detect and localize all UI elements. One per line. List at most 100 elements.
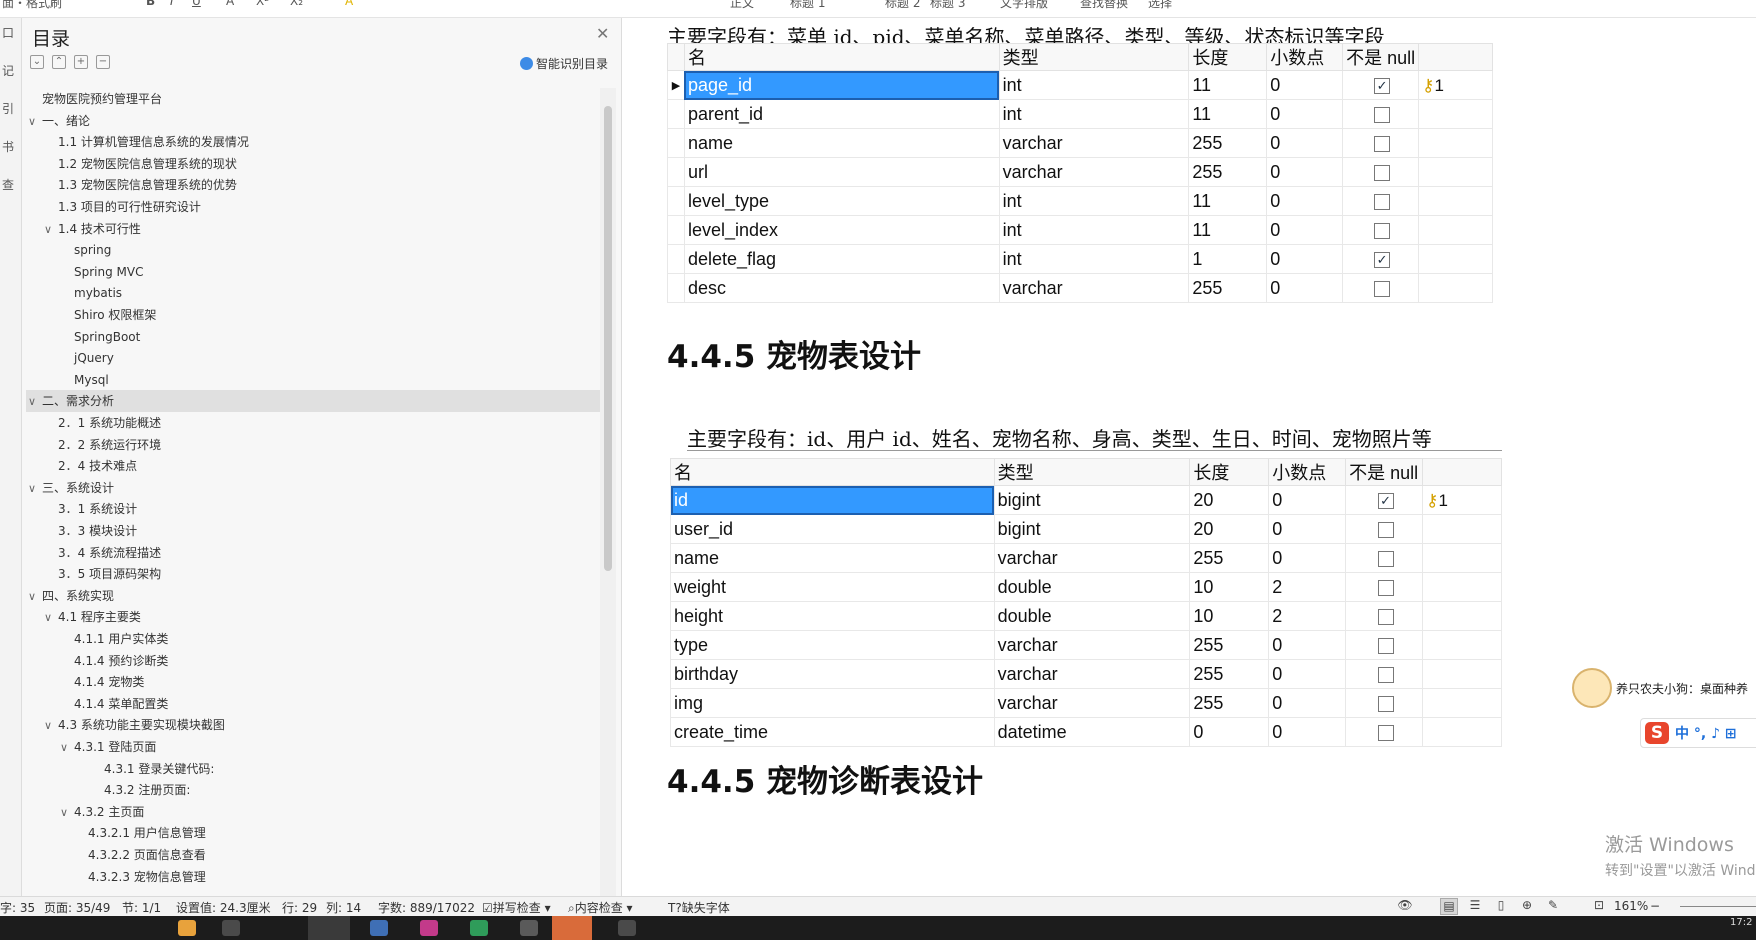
field-decimal-cell[interactable]: 0: [1266, 99, 1344, 129]
toc-item[interactable]: 3．3 模块设计: [26, 520, 600, 542]
field-decimal-cell[interactable]: 2: [1268, 601, 1347, 631]
field-name-cell[interactable]: delete_flag: [683, 244, 1000, 274]
notnull-checkbox[interactable]: [1374, 193, 1391, 210]
chevron-down-icon[interactable]: ∨: [28, 391, 42, 413]
field-length-cell[interactable]: 255: [1188, 157, 1268, 187]
taskbar-app-icon[interactable]: [470, 920, 488, 936]
side-tab-1[interactable]: 记: [0, 56, 21, 94]
col-header-type[interactable]: 类型: [998, 43, 1190, 71]
toc-item[interactable]: 4.3.1 登录关键代码:: [26, 758, 600, 780]
field-type-cell[interactable]: int: [998, 70, 1190, 100]
field-length-cell[interactable]: 255: [1189, 659, 1270, 689]
style-heading-2[interactable]: 标题 2: [885, 0, 920, 11]
toc-item[interactable]: jQuery: [26, 347, 600, 369]
field-length-cell[interactable]: 1: [1188, 244, 1268, 274]
toc-item[interactable]: 2．1 系统功能概述: [26, 412, 600, 434]
style-heading-1[interactable]: 标题 1: [790, 0, 825, 11]
taskbar-app-icon[interactable]: [222, 920, 240, 936]
toc-item[interactable]: 4.3.2.1 用户信息管理: [26, 822, 600, 844]
eye-protection-icon[interactable]: 👁: [1396, 898, 1414, 915]
field-name-cell[interactable]: type: [670, 630, 995, 660]
notnull-checkbox[interactable]: [1374, 222, 1391, 239]
toc-item[interactable]: ∨ 四、系统实现: [26, 585, 600, 607]
missing-font-button[interactable]: T?缺失字体: [668, 899, 730, 916]
table-row[interactable]: url varchar 255 0: [667, 157, 1493, 187]
field-name-cell[interactable]: id: [670, 485, 995, 515]
notnull-checkbox[interactable]: ✓: [1377, 492, 1394, 509]
zoom-level[interactable]: 161%: [1614, 899, 1648, 913]
notnull-checkbox[interactable]: [1377, 637, 1394, 654]
text-layout-button[interactable]: 文字排版: [1000, 0, 1048, 11]
toc-item[interactable]: ∨ 4.1 程序主要类: [26, 606, 600, 628]
toc-item[interactable]: ∨ 4.3.1 登陆页面: [26, 736, 600, 758]
field-type-cell[interactable]: bigint: [993, 514, 1191, 544]
field-length-cell[interactable]: 255: [1188, 273, 1268, 303]
chevron-down-icon[interactable]: ∨: [28, 586, 42, 608]
field-type-cell[interactable]: varchar: [993, 659, 1191, 689]
ime-toolbar[interactable]: S 中 °, ♪ ⊞: [1640, 718, 1756, 748]
taskbar-app-icon[interactable]: [520, 920, 538, 936]
field-length-cell[interactable]: 255: [1189, 543, 1270, 573]
table-row[interactable]: name varchar 255 0: [667, 128, 1493, 158]
field-decimal-cell[interactable]: 0: [1266, 215, 1344, 245]
field-type-cell[interactable]: int: [998, 186, 1190, 216]
field-decimal-cell[interactable]: 0: [1268, 630, 1347, 660]
notnull-checkbox[interactable]: [1377, 550, 1394, 567]
table-row[interactable]: name varchar 255 0: [670, 543, 1502, 573]
notnull-checkbox[interactable]: [1377, 724, 1394, 741]
superscript-button[interactable]: X²: [256, 0, 269, 8]
field-name-cell[interactable]: name: [683, 128, 1000, 158]
field-name-cell[interactable]: create_time: [670, 717, 995, 747]
style-heading-3[interactable]: 标题 3: [930, 0, 965, 11]
table-row[interactable]: height double 10 2: [670, 601, 1502, 631]
add-icon[interactable]: +: [74, 55, 88, 69]
toc-item[interactable]: 2．4 技术难点: [26, 455, 600, 477]
chevron-down-icon[interactable]: ∨: [44, 715, 58, 737]
smart-toc-button[interactable]: 智能识别目录: [520, 55, 608, 72]
notnull-checkbox[interactable]: [1377, 666, 1394, 683]
field-type-cell[interactable]: int: [998, 244, 1190, 274]
toc-item[interactable]: spring: [26, 239, 600, 261]
field-type-cell[interactable]: datetime: [993, 717, 1191, 747]
notnull-checkbox[interactable]: [1377, 695, 1394, 712]
table-row[interactable]: ▶ page_id int 11 0 ✓ ⚷1: [667, 70, 1493, 100]
status-page[interactable]: 页面: 35/49: [44, 899, 110, 916]
notnull-checkbox[interactable]: [1374, 135, 1391, 152]
contentcheck-button[interactable]: ⌕内容检查 ▾: [568, 899, 633, 916]
field-decimal-cell[interactable]: 0: [1266, 244, 1344, 274]
write-view-icon[interactable]: ✎: [1544, 898, 1562, 915]
table-row[interactable]: weight double 10 2: [670, 572, 1502, 602]
field-length-cell[interactable]: 20: [1189, 514, 1270, 544]
table-row[interactable]: user_id bigint 20 0: [670, 514, 1502, 544]
toc-item[interactable]: ∨ 4.3.2 主页面: [26, 801, 600, 823]
taskbar-app-icon[interactable]: [618, 920, 636, 936]
ribbon-format-painter[interactable]: 面・格式刷: [2, 0, 62, 11]
field-name-cell[interactable]: img: [670, 688, 995, 718]
notnull-checkbox[interactable]: ✓: [1374, 251, 1391, 268]
field-type-cell[interactable]: varchar: [993, 630, 1191, 660]
notnull-checkbox[interactable]: [1377, 608, 1394, 625]
field-name-cell[interactable]: page_id: [683, 70, 1000, 100]
field-decimal-cell[interactable]: 0: [1268, 659, 1347, 689]
toc-item[interactable]: 4.1.1 用户实体类: [26, 628, 600, 650]
field-name-cell[interactable]: level_type: [683, 186, 1000, 216]
notnull-checkbox[interactable]: [1374, 164, 1391, 181]
table-row[interactable]: id bigint 20 0 ✓ ⚷1: [670, 485, 1502, 515]
field-type-cell[interactable]: varchar: [998, 128, 1190, 158]
taskbar-wps-icon[interactable]: [552, 916, 592, 940]
notnull-checkbox[interactable]: [1377, 579, 1394, 596]
table-row[interactable]: create_time datetime 0 0: [670, 717, 1502, 747]
field-decimal-cell[interactable]: 0: [1266, 186, 1344, 216]
table-row[interactable]: level_index int 11 0: [667, 215, 1493, 245]
toc-item[interactable]: 4.1.4 菜单配置类: [26, 693, 600, 715]
field-length-cell[interactable]: 255: [1189, 688, 1270, 718]
taskbar-app-icon[interactable]: [420, 920, 438, 936]
fit-page-icon[interactable]: ⊡: [1590, 898, 1608, 915]
expand-all-icon[interactable]: ⌄: [30, 55, 44, 69]
toc-item[interactable]: Shiro 权限框架: [26, 304, 600, 326]
col-header-decimal[interactable]: 小数点: [1266, 43, 1344, 71]
field-decimal-cell[interactable]: 0: [1266, 70, 1344, 100]
notnull-checkbox[interactable]: [1377, 521, 1394, 538]
toc-item[interactable]: 1.3 宠物医院信息管理系统的优势: [26, 174, 600, 196]
field-decimal-cell[interactable]: 0: [1268, 543, 1347, 573]
